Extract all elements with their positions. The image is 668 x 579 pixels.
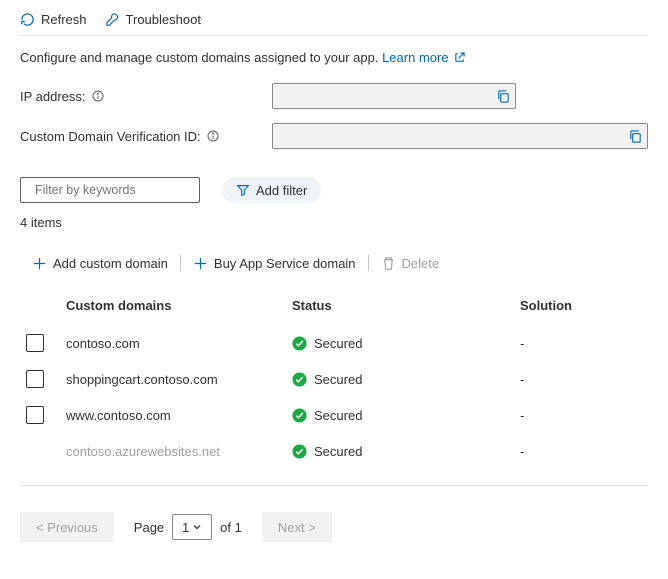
filter-icon — [236, 183, 250, 197]
row-checkbox[interactable] — [26, 334, 44, 352]
solution-cell: - — [520, 336, 648, 351]
page-select[interactable]: 1 — [172, 514, 212, 540]
troubleshoot-button[interactable]: Troubleshoot — [105, 12, 201, 27]
table-header: Custom domains Status Solution — [20, 288, 648, 325]
page-description: Configure and manage custom domains assi… — [20, 50, 648, 65]
pagination: < Previous Page 1 of 1 Next > — [20, 512, 648, 542]
solution-cell: - — [520, 372, 648, 387]
add-domain-label: Add custom domain — [53, 256, 168, 271]
ip-address-label: IP address: — [20, 89, 272, 104]
info-icon[interactable] — [207, 130, 219, 142]
ip-address-label-text: IP address: — [20, 89, 86, 104]
page-indicator: Page 1 of 1 — [134, 514, 242, 540]
delete-label: Delete — [402, 256, 440, 271]
page-current: 1 — [182, 520, 189, 535]
status-cell: Secured — [292, 444, 520, 459]
domains-table: Custom domains Status Solution contoso.c… — [20, 288, 648, 469]
refresh-label: Refresh — [41, 12, 87, 27]
description-text: Configure and manage custom domains assi… — [20, 50, 378, 65]
status-cell: Secured — [292, 372, 520, 387]
item-count: 4 items — [20, 215, 648, 230]
copy-icon[interactable] — [496, 89, 511, 104]
ip-address-row: IP address: — [20, 83, 648, 109]
domain-cell: www.contoso.com — [66, 408, 292, 423]
checkmark-circle-icon — [292, 408, 307, 423]
previous-button: < Previous — [20, 512, 114, 542]
page-label: Page — [134, 520, 164, 535]
delete-button: Delete — [369, 252, 452, 274]
verification-id-label: Custom Domain Verification ID: — [20, 129, 272, 144]
row-checkbox[interactable] — [26, 406, 44, 424]
trash-icon — [381, 256, 396, 271]
checkmark-circle-icon — [292, 336, 307, 351]
status-cell: Secured — [292, 336, 520, 351]
copy-icon[interactable] — [628, 129, 643, 144]
table-row: www.contoso.comSecured- — [20, 397, 648, 433]
add-filter-button[interactable]: Add filter — [222, 177, 321, 203]
chevron-down-icon — [192, 522, 202, 532]
domain-cell: contoso.azurewebsites.net — [66, 444, 292, 459]
search-box[interactable] — [20, 177, 200, 203]
add-custom-domain-button[interactable]: Add custom domain — [20, 252, 180, 274]
page-of: of 1 — [220, 520, 242, 535]
row-checkbox[interactable] — [26, 370, 44, 388]
header-status: Status — [292, 298, 520, 313]
domain-cell: contoso.com — [66, 336, 292, 351]
status-cell: Secured — [292, 408, 520, 423]
refresh-button[interactable]: Refresh — [20, 12, 87, 27]
filter-row: Add filter — [20, 177, 648, 203]
solution-cell: - — [520, 408, 648, 423]
plus-icon — [32, 256, 47, 271]
checkmark-circle-icon — [292, 372, 307, 387]
search-input[interactable] — [33, 182, 198, 198]
solution-cell: - — [520, 444, 648, 459]
header-domain: Custom domains — [66, 298, 292, 313]
table-row: contoso.comSecured- — [20, 325, 648, 361]
wrench-icon — [105, 12, 120, 27]
learn-more-label: Learn more — [382, 50, 448, 65]
plus-icon — [193, 256, 208, 271]
divider — [20, 485, 648, 486]
checkmark-circle-icon — [292, 444, 307, 459]
info-icon[interactable] — [92, 90, 104, 102]
refresh-icon — [20, 12, 35, 27]
header-solution: Solution — [520, 298, 648, 313]
add-filter-label: Add filter — [256, 183, 307, 198]
learn-more-link[interactable]: Learn more — [382, 50, 465, 65]
verification-id-field — [272, 123, 648, 149]
next-button: Next > — [262, 512, 332, 542]
table-row: contoso.azurewebsites.netSecured- — [20, 433, 648, 469]
external-link-icon — [454, 52, 465, 63]
verification-id-label-text: Custom Domain Verification ID: — [20, 129, 201, 144]
troubleshoot-label: Troubleshoot — [126, 12, 201, 27]
command-bar: Refresh Troubleshoot — [20, 12, 648, 36]
domain-cell: shoppingcart.contoso.com — [66, 372, 292, 387]
buy-domain-button[interactable]: Buy App Service domain — [181, 252, 368, 274]
verification-id-row: Custom Domain Verification ID: — [20, 123, 648, 149]
buy-domain-label: Buy App Service domain — [214, 256, 356, 271]
ip-address-field — [272, 83, 516, 109]
table-actions: Add custom domain Buy App Service domain… — [20, 252, 648, 274]
table-row: shoppingcart.contoso.comSecured- — [20, 361, 648, 397]
